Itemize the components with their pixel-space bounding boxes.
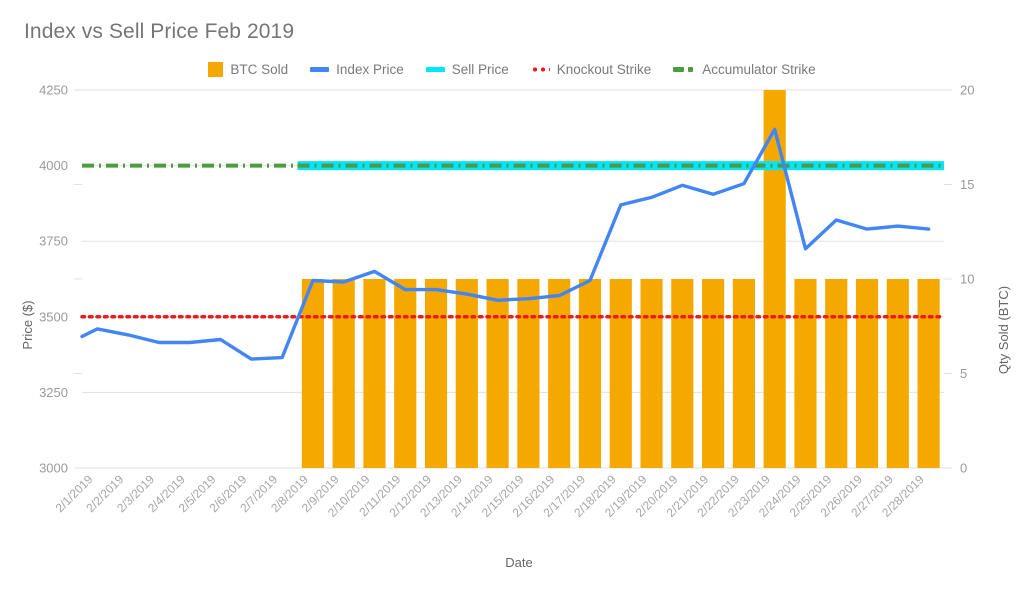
bar[interactable] [455,279,478,468]
bar[interactable] [486,279,509,468]
bar[interactable] [671,279,694,468]
y-axis-right-tick-label: 5 [960,366,967,381]
y-axis-right-tick-label: 20 [960,83,974,98]
bar[interactable] [855,279,879,468]
bar[interactable] [578,279,602,468]
bar[interactable] [394,279,417,468]
bar[interactable] [794,279,817,468]
y-axis-left-tick-label: 3500 [39,309,68,324]
bar[interactable] [702,279,725,468]
y-axis-right-tick-label: 0 [960,461,967,476]
y-axis-right-title: Qty Sold (BTC) [996,286,1011,374]
bar[interactable] [917,279,940,468]
y-axis-right-tick-label: 15 [960,177,974,192]
plot-area: 3000 3250 3500 3750 4000 4250 0 5 10 15 20 2/1/20… [20,83,1011,571]
bar[interactable] [732,279,755,468]
bar[interactable] [640,279,663,468]
y-axis-left-ticks: 3000 3250 3500 3750 4000 4250 [39,83,68,476]
bar-series-btc-sold [301,90,940,468]
bar[interactable] [332,279,355,468]
bar[interactable] [424,279,448,468]
y-axis-left-tick-label: 4000 [39,158,68,173]
y-axis-right-ticks: 0 5 10 15 20 [960,83,974,476]
y-axis-right-tick-label: 10 [960,272,974,287]
y-axis-left-tick-label: 3000 [39,461,68,476]
gridlines [74,89,952,469]
y-axis-left-title: Price ($) [20,300,35,349]
x-axis-title: Date [505,555,532,570]
x-axis-ticks: 2/1/20192/2/20192/3/20192/4/20192/5/2019… [53,472,927,520]
y-axis-left-tick-label: 3250 [39,385,68,400]
bar[interactable] [763,90,786,468]
bar[interactable] [609,279,632,468]
y-axis-left-tick-label: 3750 [39,234,68,249]
bar[interactable] [363,279,386,468]
chart-container: Index vs Sell Price Feb 2019 BTC Sold In… [0,0,1024,601]
bar[interactable] [548,279,571,468]
bar[interactable] [517,279,540,468]
bar[interactable] [886,279,909,468]
y-axis-left-tick-label: 4250 [39,83,68,98]
bar[interactable] [825,279,848,468]
bar[interactable] [301,279,324,468]
